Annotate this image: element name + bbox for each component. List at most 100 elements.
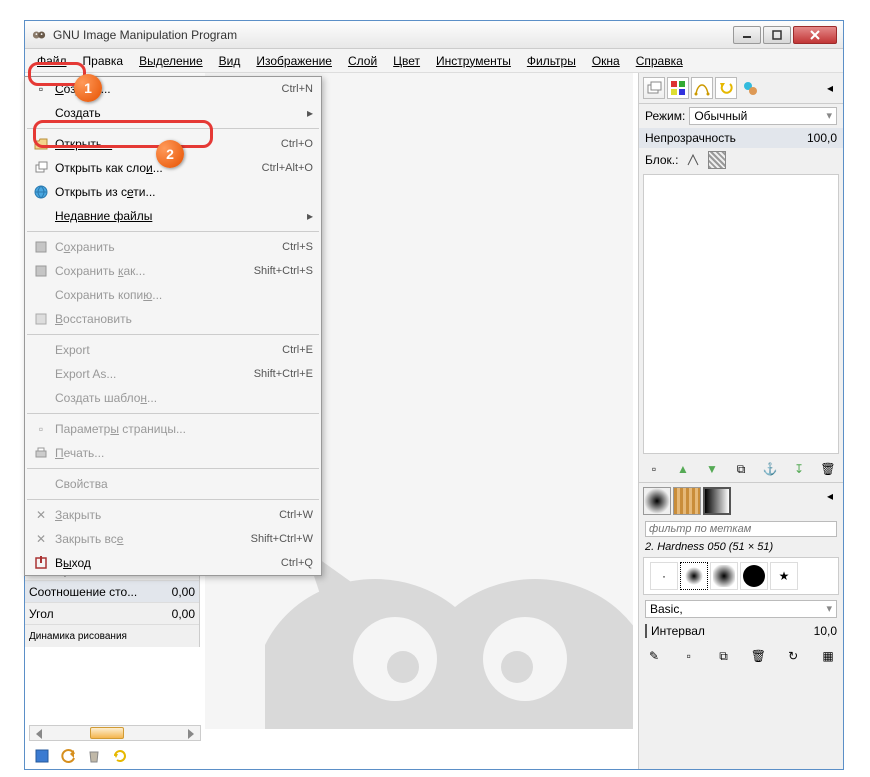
merge-down-icon[interactable]: ↧ bbox=[790, 460, 808, 478]
duplicate-layer-icon[interactable]: ⧉ bbox=[732, 460, 750, 478]
paths-tab-icon[interactable] bbox=[691, 77, 713, 99]
lock-pixels-icon[interactable] bbox=[684, 151, 702, 169]
revert-icon bbox=[31, 312, 51, 326]
menu-item-save[interactable]: Сохранить Ctrl+S bbox=[25, 235, 321, 259]
channels-tab-icon[interactable] bbox=[667, 77, 689, 99]
layers-tab-icon[interactable] bbox=[643, 77, 665, 99]
brush-filter bbox=[639, 519, 843, 539]
menu-item-close[interactable]: ✕ Закрыть Ctrl+W bbox=[25, 503, 321, 527]
menu-item-quit[interactable]: Выход Ctrl+Q bbox=[25, 551, 321, 575]
menu-item-export-as[interactable]: Export As... Shift+Ctrl+E bbox=[25, 362, 321, 386]
brush-cell[interactable]: ★ bbox=[770, 562, 798, 590]
right-dock: ◂ Режим: Обычный Непрозрачность 100,0 Бл… bbox=[638, 73, 843, 769]
menu-item-save-copy[interactable]: Сохранить копию... bbox=[25, 283, 321, 307]
close-button[interactable] bbox=[793, 26, 837, 44]
patterns-tab-icon[interactable] bbox=[673, 487, 701, 515]
menu-windows[interactable]: Окна bbox=[584, 51, 628, 71]
menu-item-revert[interactable]: Восстановить bbox=[25, 307, 321, 331]
mode-label: Режим: bbox=[645, 109, 685, 123]
save-preset-icon[interactable] bbox=[33, 747, 51, 765]
aspect-row[interactable]: Соотношение сто... 0,00 bbox=[25, 581, 199, 603]
brush-cell[interactable]: · bbox=[650, 562, 678, 590]
new-file-icon: ▫ bbox=[31, 82, 51, 96]
separator bbox=[27, 499, 319, 500]
blend-mode-select[interactable]: Обычный bbox=[689, 107, 837, 125]
menubar: Файл Правка Выделение Вид Изображение Сл… bbox=[25, 49, 843, 73]
brush-buttons: ✎ ▫ ⧉ 🗑 ↻ ▦ bbox=[639, 641, 843, 671]
dock-menu-icon[interactable]: ◂ bbox=[821, 79, 839, 97]
maximize-button[interactable] bbox=[763, 26, 791, 44]
brush-dock-tabs: ◂ bbox=[639, 482, 843, 519]
refresh-brush-icon[interactable]: ↻ bbox=[784, 647, 802, 665]
menu-select[interactable]: Выделение bbox=[131, 51, 211, 71]
raise-layer-icon[interactable]: ▲ bbox=[674, 460, 692, 478]
menu-item-create-template[interactable]: Создать шаблон... bbox=[25, 386, 321, 410]
angle-row[interactable]: Угол 0,00 bbox=[25, 603, 199, 625]
undo-history-tab-icon[interactable] bbox=[715, 77, 737, 99]
menu-file[interactable]: Файл bbox=[29, 51, 75, 71]
menu-help[interactable]: Справка bbox=[628, 51, 691, 71]
minimize-button[interactable] bbox=[733, 26, 761, 44]
anchor-layer-icon[interactable]: ⚓ bbox=[761, 460, 779, 478]
layer-opacity-row[interactable]: Непрозрачность 100,0 bbox=[639, 128, 843, 148]
layer-buttons: ▫ ▲ ▼ ⧉ ⚓ ↧ 🗑 bbox=[639, 456, 843, 482]
brush-cell[interactable] bbox=[740, 562, 768, 590]
left-dock-bottom bbox=[25, 743, 205, 769]
scrollbar[interactable] bbox=[29, 725, 201, 741]
spacing-row[interactable]: Интервал 10,0 bbox=[639, 621, 843, 641]
quit-icon bbox=[31, 556, 51, 570]
new-brush-icon[interactable]: ▫ bbox=[680, 647, 698, 665]
callout-badge-1: 1 bbox=[74, 74, 102, 102]
lock-alpha-icon[interactable] bbox=[708, 151, 726, 169]
menu-item-save-as[interactable]: Сохранить как... Shift+Ctrl+S bbox=[25, 259, 321, 283]
menu-item-print[interactable]: Печать... bbox=[25, 441, 321, 465]
dock-tabs: ◂ bbox=[639, 73, 843, 104]
gradients-tab-icon[interactable] bbox=[703, 487, 731, 515]
menu-tools[interactable]: Инструменты bbox=[428, 51, 519, 71]
menu-filters[interactable]: Фильтры bbox=[519, 51, 584, 71]
close-icon: ✕ bbox=[31, 508, 51, 522]
page-setup-icon: ▫ bbox=[31, 422, 51, 436]
brush-cell[interactable] bbox=[680, 562, 708, 590]
menu-edit[interactable]: Правка bbox=[75, 51, 132, 71]
menu-item-new[interactable]: ▫ Создать... Ctrl+N bbox=[25, 77, 321, 101]
delete-brush-icon[interactable]: 🗑 bbox=[749, 647, 767, 665]
globe-icon bbox=[31, 185, 51, 199]
brush-preset-select[interactable]: Basic, bbox=[645, 600, 837, 618]
brush-info-label: 2. Hardness 050 (51 × 51) bbox=[639, 539, 843, 555]
new-layer-icon[interactable]: ▫ bbox=[645, 460, 663, 478]
menu-item-open-location[interactable]: Открыть из сети... bbox=[25, 180, 321, 204]
menu-colors[interactable]: Цвет bbox=[385, 51, 428, 71]
separator bbox=[27, 468, 319, 469]
callout-badge-2: 2 bbox=[156, 140, 184, 168]
menu-item-export[interactable]: Export Ctrl+E bbox=[25, 338, 321, 362]
scrollbar-thumb[interactable] bbox=[90, 727, 124, 739]
edit-brush-icon[interactable]: ✎ bbox=[645, 647, 663, 665]
open-as-image-icon[interactable]: ▦ bbox=[819, 647, 837, 665]
layers-list[interactable] bbox=[643, 174, 839, 454]
brush-cell[interactable] bbox=[710, 562, 738, 590]
reset-preset-icon[interactable] bbox=[111, 747, 129, 765]
brushes-tab-icon[interactable] bbox=[643, 487, 671, 515]
menu-view[interactable]: Вид bbox=[211, 51, 249, 71]
separator bbox=[27, 128, 319, 129]
menu-item-page-setup[interactable]: ▫ Параметры страницы... bbox=[25, 417, 321, 441]
delete-preset-icon[interactable] bbox=[85, 747, 103, 765]
lower-layer-icon[interactable]: ▼ bbox=[703, 460, 721, 478]
unknown-tab-icon[interactable] bbox=[739, 77, 761, 99]
brush-preset-row: Basic, bbox=[639, 597, 843, 621]
dynamics-row[interactable]: Динамика рисования bbox=[25, 625, 199, 647]
print-icon bbox=[31, 446, 51, 460]
duplicate-brush-icon[interactable]: ⧉ bbox=[715, 647, 733, 665]
brush-dock-menu-icon[interactable]: ◂ bbox=[821, 487, 839, 505]
menu-item-properties[interactable]: Свойства bbox=[25, 472, 321, 496]
menu-item-close-all[interactable]: ✕ Закрыть все Shift+Ctrl+W bbox=[25, 527, 321, 551]
brush-filter-input[interactable] bbox=[645, 521, 837, 537]
menu-item-recent[interactable]: Недавние файлы▸ bbox=[25, 204, 321, 228]
delete-layer-icon[interactable]: 🗑 bbox=[819, 460, 837, 478]
menu-layer[interactable]: Слой bbox=[340, 51, 385, 71]
menu-image[interactable]: Изображение bbox=[248, 51, 340, 71]
restore-preset-icon[interactable] bbox=[59, 747, 77, 765]
menu-item-create[interactable]: Создать▸ bbox=[25, 101, 321, 125]
brush-grid: · ★ bbox=[643, 557, 839, 595]
